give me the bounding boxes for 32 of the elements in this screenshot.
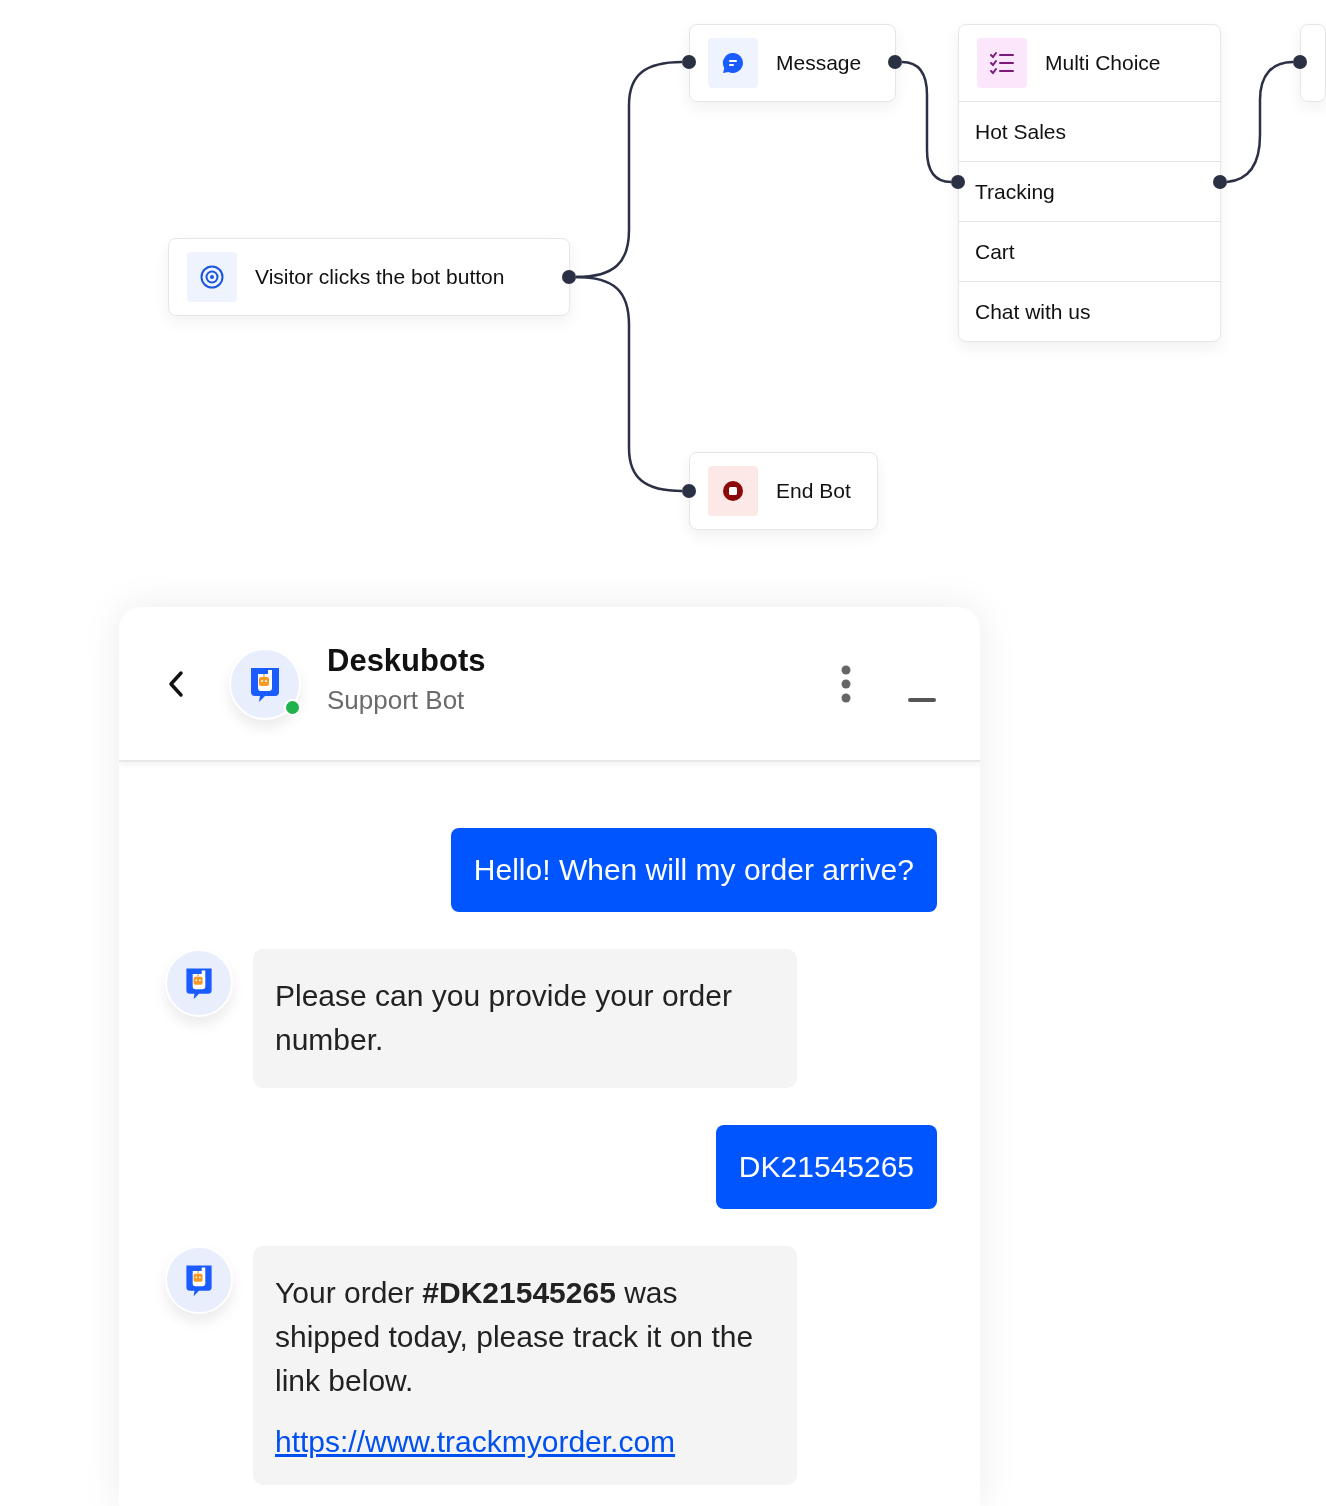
node-title: Multi Choice: [1045, 51, 1161, 75]
flow-node[interactable]: Multi Choice Hot Sales Tracking Cart Chat with us: [958, 24, 1221, 342]
flow-node[interactable]: End Bot: [689, 452, 878, 530]
user-message: DK21545265: [715, 1125, 937, 1209]
connector-handle[interactable]: [1293, 55, 1307, 69]
bot-role: Support Bot: [327, 685, 466, 716]
connector-handle[interactable]: [888, 55, 902, 69]
target-icon: [199, 264, 225, 290]
choice-option[interactable]: Hot Sales: [959, 101, 1220, 161]
checklist-icon: [989, 51, 1015, 75]
user-message: Hello! When will my order arrive?: [450, 828, 937, 912]
flow-node[interactable]: Message: [689, 24, 896, 102]
connector-handle[interactable]: [682, 55, 696, 69]
choice-option[interactable]: Chat with us: [959, 281, 1220, 341]
flow-node-card[interactable]: [1300, 24, 1326, 102]
node-title: Message: [776, 51, 862, 75]
stop-icon: [722, 480, 744, 502]
bot-name: Deskubots: [327, 643, 487, 679]
flow-node[interactable]: Visitor clicks the bot button: [168, 238, 570, 316]
connector-handle[interactable]: [951, 175, 965, 189]
bot-message: Please can you provide your order number.: [275, 978, 733, 1058]
bot-message: Your order #DK21545265 was shipped today, please track it on the link below.: [275, 1275, 755, 1399]
more-icon[interactable]: [840, 664, 852, 703]
connector-handle[interactable]: [682, 484, 696, 498]
node-title: Visitor clicks the bot button: [255, 265, 505, 289]
choice-option[interactable]: Cart: [959, 221, 1220, 281]
node-title: End Bot: [776, 479, 851, 503]
connector-handle[interactable]: [1213, 175, 1227, 189]
tracking-link[interactable]: https://www.trackmyorder.com: [275, 1425, 775, 1459]
minimize-icon[interactable]: [908, 696, 936, 703]
chat-bubble-icon: [721, 51, 745, 75]
connector-handle[interactable]: [562, 270, 576, 284]
